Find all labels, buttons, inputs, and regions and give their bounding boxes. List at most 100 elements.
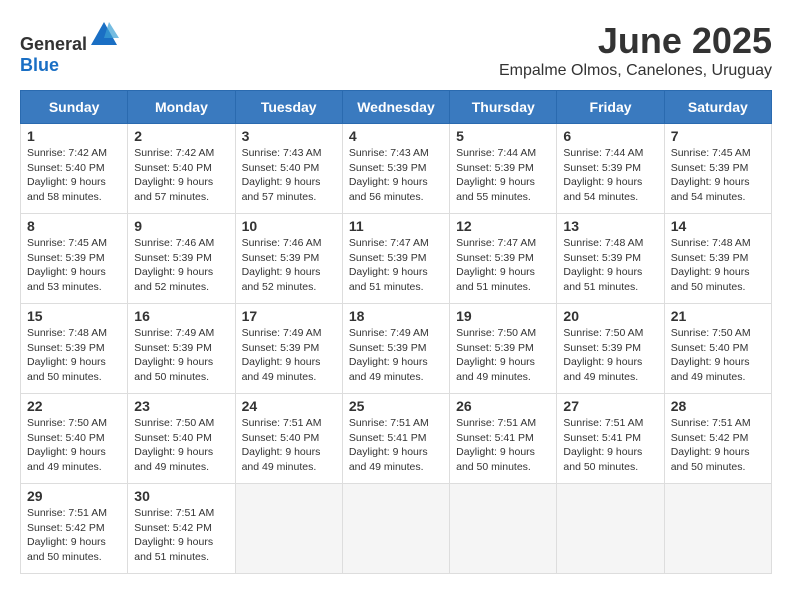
day-number: 21 [671,308,765,324]
empty-cell [235,484,342,574]
day-info: Sunrise: 7:49 AM Sunset: 5:39 PM Dayligh… [134,326,228,385]
day-info: Sunrise: 7:50 AM Sunset: 5:40 PM Dayligh… [134,416,228,475]
day-cell-10: 10 Sunrise: 7:46 AM Sunset: 5:39 PM Dayli… [235,214,342,304]
day-info: Sunrise: 7:49 AM Sunset: 5:39 PM Dayligh… [242,326,336,385]
day-info: Sunrise: 7:45 AM Sunset: 5:39 PM Dayligh… [671,146,765,205]
day-number: 30 [134,488,228,504]
day-info: Sunrise: 7:47 AM Sunset: 5:39 PM Dayligh… [349,236,443,295]
day-info: Sunrise: 7:51 AM Sunset: 5:41 PM Dayligh… [456,416,550,475]
title-section: June 2025 Empalme Olmos, Canelones, Urug… [499,20,772,80]
day-number: 27 [563,398,657,414]
day-cell-9: 9 Sunrise: 7:46 AM Sunset: 5:39 PM Daylig… [128,214,235,304]
day-number: 8 [27,218,121,234]
day-info: Sunrise: 7:46 AM Sunset: 5:39 PM Dayligh… [242,236,336,295]
day-cell-7: 7 Sunrise: 7:45 AM Sunset: 5:39 PM Daylig… [664,124,771,214]
day-cell-29: 29 Sunrise: 7:51 AM Sunset: 5:42 PM Dayli… [21,484,128,574]
weekday-header-friday: Friday [557,91,664,124]
empty-cell [342,484,449,574]
week-row-5: 29 Sunrise: 7:51 AM Sunset: 5:42 PM Dayli… [21,484,772,574]
week-row-4: 22Sunrise: 7:50 AM Sunset: 5:40 PM Dayli… [21,394,772,484]
weekday-header-saturday: Saturday [664,91,771,124]
day-cell-26: 26 Sunrise: 7:51 AM Sunset: 5:41 PM Dayli… [450,394,557,484]
logo-icon [89,20,119,50]
day-number: 17 [242,308,336,324]
day-number: 23 [134,398,228,414]
day-number: 6 [563,128,657,144]
day-number: 5 [456,128,550,144]
day-cell-12: 12 Sunrise: 7:47 AM Sunset: 5:39 PM Dayli… [450,214,557,304]
day-number: 12 [456,218,550,234]
day-cell-19: 19Sunrise: 7:50 AM Sunset: 5:39 PM Dayli… [450,304,557,394]
day-cell-6: 6Sunrise: 7:44 AM Sunset: 5:39 PM Daylig… [557,124,664,214]
day-info: Sunrise: 7:43 AM Sunset: 5:39 PM Dayligh… [349,146,443,205]
day-number: 24 [242,398,336,414]
calendar-header-row: SundayMondayTuesdayWednesdayThursdayFrid… [21,91,772,124]
day-info: Sunrise: 7:46 AM Sunset: 5:39 PM Dayligh… [134,236,228,295]
empty-cell [450,484,557,574]
day-cell-2: 2 Sunrise: 7:42 AM Sunset: 5:40 PM Daylig… [128,124,235,214]
day-cell-1: 1 Sunrise: 7:42 AM Sunset: 5:40 PM Daylig… [21,124,128,214]
day-info: Sunrise: 7:51 AM Sunset: 5:40 PM Dayligh… [242,416,336,475]
day-number: 3 [242,128,336,144]
day-number: 15 [27,308,121,324]
day-cell-5: 5 Sunrise: 7:44 AM Sunset: 5:39 PM Daylig… [450,124,557,214]
day-cell-20: 20Sunrise: 7:50 AM Sunset: 5:39 PM Dayli… [557,304,664,394]
day-info: Sunrise: 7:42 AM Sunset: 5:40 PM Dayligh… [27,146,121,205]
day-number: 10 [242,218,336,234]
day-cell-11: 11 Sunrise: 7:47 AM Sunset: 5:39 PM Dayli… [342,214,449,304]
day-number: 26 [456,398,550,414]
page-header: General Blue June 2025 Empalme Olmos, Ca… [20,20,772,80]
day-cell-30: 30 Sunrise: 7:51 AM Sunset: 5:42 PM Dayli… [128,484,235,574]
day-info: Sunrise: 7:42 AM Sunset: 5:40 PM Dayligh… [134,146,228,205]
empty-cell [557,484,664,574]
day-info: Sunrise: 7:50 AM Sunset: 5:39 PM Dayligh… [563,326,657,385]
week-row-1: 1 Sunrise: 7:42 AM Sunset: 5:40 PM Daylig… [21,124,772,214]
day-number: 11 [349,218,443,234]
week-row-3: 15 Sunrise: 7:48 AM Sunset: 5:39 PM Dayli… [21,304,772,394]
day-number: 13 [563,218,657,234]
weekday-header-wednesday: Wednesday [342,91,449,124]
day-info: Sunrise: 7:47 AM Sunset: 5:39 PM Dayligh… [456,236,550,295]
day-number: 25 [349,398,443,414]
day-number: 7 [671,128,765,144]
weekday-header-monday: Monday [128,91,235,124]
day-cell-28: 28Sunrise: 7:51 AM Sunset: 5:42 PM Dayli… [664,394,771,484]
day-cell-18: 18Sunrise: 7:49 AM Sunset: 5:39 PM Dayli… [342,304,449,394]
day-info: Sunrise: 7:48 AM Sunset: 5:39 PM Dayligh… [27,326,121,385]
day-number: 4 [349,128,443,144]
day-cell-27: 27 Sunrise: 7:51 AM Sunset: 5:41 PM Dayli… [557,394,664,484]
day-number: 2 [134,128,228,144]
day-cell-22: 22Sunrise: 7:50 AM Sunset: 5:40 PM Dayli… [21,394,128,484]
weekday-header-sunday: Sunday [21,91,128,124]
day-info: Sunrise: 7:51 AM Sunset: 5:41 PM Dayligh… [563,416,657,475]
day-cell-8: 8 Sunrise: 7:45 AM Sunset: 5:39 PM Daylig… [21,214,128,304]
logo: General Blue [20,20,119,76]
day-cell-15: 15 Sunrise: 7:48 AM Sunset: 5:39 PM Dayli… [21,304,128,394]
day-number: 14 [671,218,765,234]
day-number: 28 [671,398,765,414]
day-info: Sunrise: 7:50 AM Sunset: 5:40 PM Dayligh… [671,326,765,385]
month-title: June 2025 [499,20,772,62]
day-info: Sunrise: 7:44 AM Sunset: 5:39 PM Dayligh… [456,146,550,205]
week-row-2: 8 Sunrise: 7:45 AM Sunset: 5:39 PM Daylig… [21,214,772,304]
day-cell-14: 14Sunrise: 7:48 AM Sunset: 5:39 PM Dayli… [664,214,771,304]
day-cell-21: 21 Sunrise: 7:50 AM Sunset: 5:40 PM Dayli… [664,304,771,394]
day-number: 9 [134,218,228,234]
day-cell-16: 16Sunrise: 7:49 AM Sunset: 5:39 PM Dayli… [128,304,235,394]
day-number: 1 [27,128,121,144]
day-info: Sunrise: 7:45 AM Sunset: 5:39 PM Dayligh… [27,236,121,295]
day-number: 29 [27,488,121,504]
logo-general: General [20,34,87,54]
day-cell-25: 25 Sunrise: 7:51 AM Sunset: 5:41 PM Dayli… [342,394,449,484]
day-info: Sunrise: 7:50 AM Sunset: 5:40 PM Dayligh… [27,416,121,475]
day-info: Sunrise: 7:51 AM Sunset: 5:41 PM Dayligh… [349,416,443,475]
calendar-body: 1 Sunrise: 7:42 AM Sunset: 5:40 PM Daylig… [21,124,772,574]
day-cell-17: 17 Sunrise: 7:49 AM Sunset: 5:39 PM Dayli… [235,304,342,394]
day-info: Sunrise: 7:43 AM Sunset: 5:40 PM Dayligh… [242,146,336,205]
day-cell-24: 24 Sunrise: 7:51 AM Sunset: 5:40 PM Dayli… [235,394,342,484]
day-info: Sunrise: 7:51 AM Sunset: 5:42 PM Dayligh… [134,506,228,565]
empty-cell [664,484,771,574]
day-info: Sunrise: 7:51 AM Sunset: 5:42 PM Dayligh… [27,506,121,565]
location-subtitle: Empalme Olmos, Canelones, Uruguay [499,62,772,80]
day-info: Sunrise: 7:48 AM Sunset: 5:39 PM Dayligh… [563,236,657,295]
